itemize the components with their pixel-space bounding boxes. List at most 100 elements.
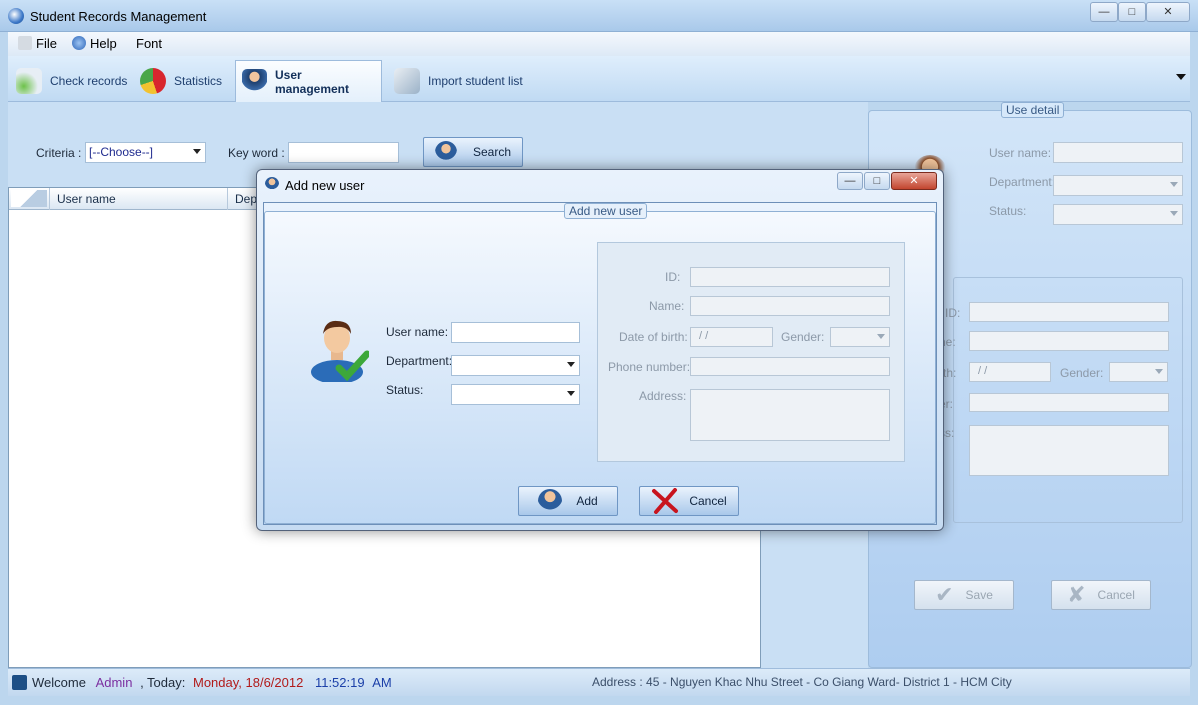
detail-user-name-label: User name: <box>989 146 1052 160</box>
tab-bar: Check records Statistics User management… <box>8 56 1190 102</box>
detail-cancel-button-label: Cancel <box>1097 588 1135 602</box>
detail-name-field <box>969 331 1169 351</box>
tab-user-management[interactable]: User management <box>235 60 382 102</box>
detail-user-name-field <box>1053 142 1183 163</box>
tab-overflow-chevron-icon[interactable] <box>1176 74 1186 80</box>
grid-divider <box>227 188 228 210</box>
phone-label: Phone number: <box>608 360 691 374</box>
add-user-dialog: Add new user — □ ✕ Add new user User nam… <box>256 169 944 531</box>
detail-gender-label: Gender: <box>1060 366 1104 380</box>
close-button[interactable]: ✕ <box>1146 2 1190 22</box>
tab-statistics[interactable]: Statistics <box>134 60 228 102</box>
detail-dob-field: / / <box>969 362 1051 382</box>
new-user-avatar-icon <box>311 320 369 382</box>
detail-cancel-button[interactable]: ✘ Cancel <box>1051 580 1151 610</box>
detail-department-label: Department: <box>989 175 1056 189</box>
user-icon <box>242 68 267 95</box>
add-button[interactable]: Add <box>518 486 618 516</box>
tab-statistics-label: Statistics <box>174 74 223 88</box>
chevron-down-icon <box>1170 182 1178 187</box>
home-icon <box>12 675 27 690</box>
chevron-down-icon <box>1155 369 1163 374</box>
detail-id-field <box>969 302 1169 322</box>
today-label: , Today: <box>140 675 186 690</box>
menu-help[interactable]: Help <box>72 36 117 51</box>
welcome-text: Welcome <box>32 675 86 690</box>
dialog-minimize-button[interactable]: — <box>837 172 863 190</box>
menu-file-label: File <box>36 36 57 51</box>
gender-select <box>830 327 890 347</box>
cancel-button[interactable]: Cancel <box>639 486 739 516</box>
title-bar: Student Records Management — □ ✕ <box>0 0 1198 32</box>
criteria-label: Criteria : <box>36 146 82 160</box>
minimize-button[interactable]: — <box>1090 2 1118 22</box>
detail-department-select <box>1053 175 1183 196</box>
dialog-user-icon <box>265 177 279 191</box>
id-field <box>690 267 890 287</box>
status-address: Address : 45 - Nguyen Khac Nhu Street - … <box>592 675 1012 689</box>
menu-bar: File Help Font <box>8 32 1190 56</box>
select-all-corner[interactable] <box>11 190 47 207</box>
dialog-maximize-button[interactable]: □ <box>864 172 890 190</box>
phone-field <box>690 357 890 376</box>
chevron-down-icon <box>567 391 575 396</box>
detail-status-label: Status: <box>989 204 1027 218</box>
chevron-down-icon <box>1170 211 1178 216</box>
address-field <box>690 389 890 441</box>
add-user-icon <box>538 489 563 513</box>
detail-gender-select <box>1109 362 1168 382</box>
column-header-department[interactable]: Dep <box>235 192 257 206</box>
add-button-label: Add <box>576 494 598 508</box>
menu-file[interactable]: File <box>18 36 57 51</box>
search-user-icon <box>434 141 457 163</box>
detail-status-select <box>1053 204 1183 225</box>
department-select[interactable] <box>451 355 580 376</box>
user-name-input[interactable] <box>451 322 580 343</box>
search-button-label: Search <box>472 145 512 159</box>
menu-font[interactable]: Font <box>136 36 162 51</box>
criteria-select-value: [--Choose--] <box>89 145 154 159</box>
status-welcome: Welcome Admin , Today: Monday, 18/6/2012… <box>32 675 392 690</box>
save-check-icon: ✔ <box>935 582 954 607</box>
keyword-label: Key word : <box>228 146 285 160</box>
dialog-group: Add new user User name: Department: Stat… <box>264 203 936 524</box>
current-ampm: AM <box>372 675 392 690</box>
dialog-body: Add new user User name: Department: Stat… <box>263 202 937 525</box>
tab-user-management-label: User management <box>274 67 350 96</box>
status-select[interactable] <box>451 384 580 405</box>
grid-divider <box>49 188 50 210</box>
import-icon <box>394 68 420 94</box>
save-button-label: Save <box>965 588 993 602</box>
dialog-title: Add new user <box>285 178 365 193</box>
name-label: Name: <box>649 299 685 313</box>
search-button[interactable]: Search <box>423 137 523 167</box>
detail-address-field <box>969 425 1169 476</box>
app-icon <box>8 8 24 24</box>
column-header-user-name[interactable]: User name <box>57 192 116 206</box>
cancel-button-label: Cancel <box>689 494 727 508</box>
keyword-input[interactable] <box>288 142 399 163</box>
window-title: Student Records Management <box>30 9 207 24</box>
check-records-icon <box>16 68 42 94</box>
dialog-close-button[interactable]: ✕ <box>891 172 937 190</box>
detail-phone-field <box>969 393 1169 412</box>
help-icon <box>72 36 86 50</box>
user-name-label: User name: <box>386 325 449 339</box>
id-label: ID: <box>665 270 681 284</box>
cancel-x-icon <box>652 488 679 514</box>
gender-label: Gender: <box>781 330 825 344</box>
maximize-button[interactable]: □ <box>1118 2 1146 22</box>
cancel-x-icon: ✘ <box>1067 582 1086 607</box>
department-label: Department: <box>386 354 453 368</box>
save-button[interactable]: ✔ Save <box>914 580 1014 610</box>
chevron-down-icon <box>877 334 885 339</box>
current-date: Monday, 18/6/2012 <box>192 675 304 690</box>
current-user: Admin <box>95 675 133 690</box>
tab-check-records[interactable]: Check records <box>10 60 133 102</box>
detail-group-title: Use detail <box>1001 102 1065 118</box>
detail-id-label: ID: <box>945 306 961 320</box>
tab-import-label: Import student list <box>428 74 523 88</box>
tab-import-student-list[interactable]: Import student list <box>388 60 529 102</box>
criteria-select[interactable]: [--Choose--] <box>85 142 206 163</box>
current-time: 11:52:19 <box>314 675 365 690</box>
